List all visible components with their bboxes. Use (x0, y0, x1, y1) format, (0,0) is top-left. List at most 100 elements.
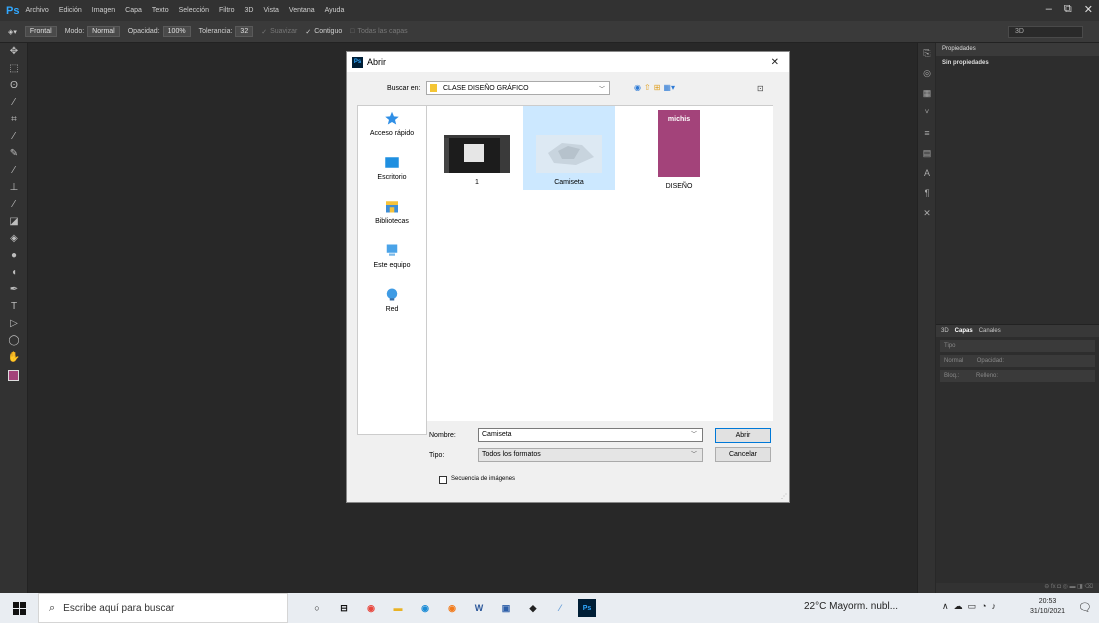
open-button[interactable]: Abrir (715, 428, 771, 443)
contiguous-checkbox[interactable]: ✓ Contiguo (305, 28, 342, 36)
opacity-input[interactable]: 100% (162, 26, 191, 37)
file-type-select[interactable]: Todos los formatos ﹀ (478, 448, 703, 462)
dodge-tool-icon[interactable]: ◖ (0, 264, 28, 281)
create-folder-icon[interactable]: ⊡ (757, 84, 764, 93)
mode-select[interactable]: Normal (87, 26, 120, 37)
libraries-panel-icon[interactable]: ▤ (918, 143, 936, 163)
menu-archivo[interactable]: Archivo (25, 7, 48, 14)
place-network[interactable]: Red (358, 287, 426, 326)
file-item-1[interactable]: 1 (431, 106, 523, 190)
swatches-icon[interactable]: ▦ (918, 83, 936, 103)
close-button[interactable]: ✕ (1084, 3, 1093, 16)
windows-start-icon[interactable] (0, 601, 38, 615)
network-tray-icon[interactable]: ◔ (981, 601, 986, 612)
smooth-checkbox[interactable]: ✓ Suavizar (261, 28, 297, 36)
menu-vista[interactable]: Vista (263, 7, 278, 14)
weather-widget[interactable]: 22°C Mayorm. nubl... (804, 601, 898, 612)
all-layers-checkbox[interactable]: □ Todas las capas (350, 28, 407, 35)
workspace-select[interactable]: 3D (1008, 26, 1083, 38)
tab-canales[interactable]: Canales (979, 325, 1001, 337)
battery-icon[interactable]: ▭ (968, 601, 977, 612)
menu-ventana[interactable]: Ventana (289, 7, 315, 14)
foreground-color-swatch[interactable] (8, 370, 19, 381)
view-menu-icon[interactable]: ▦▾ (663, 83, 675, 92)
look-in-select[interactable]: CLASE DISEÑO GRÁFICO ﹀ (426, 81, 610, 95)
menu-imagen[interactable]: Imagen (92, 7, 115, 14)
eraser-tool-icon[interactable]: ◪ (0, 213, 28, 230)
fill-source-select[interactable]: Frontal (24, 26, 57, 37)
file-name-input[interactable]: Camiseta ﹀ (478, 428, 703, 442)
ellipse-tool-icon[interactable]: ◯ (0, 332, 28, 349)
origin-icon[interactable]: ◉ (443, 599, 461, 617)
image-sequence-checkbox[interactable] (439, 476, 447, 484)
tab-3d[interactable]: 3D (941, 325, 949, 337)
chevron-down-icon[interactable]: ﹀ (691, 449, 697, 461)
path-selection-tool-icon[interactable]: ▷ (0, 315, 28, 332)
stamp-tool-icon[interactable]: ⊥ (0, 179, 28, 196)
type-tool-icon[interactable]: T (0, 298, 28, 315)
layers-filter[interactable]: Tipo (940, 340, 1095, 352)
menu-filtro[interactable]: Filtro (219, 7, 235, 14)
paint-bucket-tool-icon[interactable]: ◈ (0, 230, 28, 247)
marquee-tool-icon[interactable]: ⬚ (0, 60, 28, 77)
minimize-button[interactable]: – (1046, 3, 1052, 16)
place-libraries[interactable]: Bibliotecas (358, 199, 426, 238)
layers-blend-select[interactable]: Normal (944, 358, 963, 364)
pen-tool-icon[interactable]: ✒ (0, 281, 28, 298)
tab-capas[interactable]: Capas (955, 325, 973, 337)
healing-brush-tool-icon[interactable]: ✎ (0, 145, 28, 162)
character-icon[interactable]: A (918, 163, 936, 183)
restore-button[interactable]: ⧉ (1064, 3, 1072, 16)
taskbar-clock[interactable]: 20:53 31/10/2021 (1030, 597, 1065, 617)
paint-bucket-icon[interactable]: ◈▾ (8, 28, 17, 36)
cortana-icon[interactable]: ○ (308, 599, 326, 617)
menu-texto[interactable]: Texto (152, 7, 169, 14)
up-folder-icon[interactable]: ⇧ (644, 83, 651, 92)
history-icon[interactable]: ⎘ (918, 43, 936, 63)
remote-desktop-icon[interactable]: ▣ (497, 599, 515, 617)
adjustments-icon[interactable]: ≡ (918, 123, 936, 143)
photoshop-taskbar-icon[interactable]: Ps (578, 599, 596, 617)
properties-tab[interactable]: Propiedades (936, 43, 1099, 56)
eyedropper-tool-icon[interactable]: ⁄ (0, 128, 28, 145)
place-desktop[interactable]: Escritorio (358, 155, 426, 194)
fill-source[interactable]: Frontal (24, 26, 57, 37)
paragraph-icon[interactable]: ¶ (918, 183, 936, 203)
tray-chevron-icon[interactable]: ∧ (942, 601, 949, 612)
lasso-tool-icon[interactable]: ʘ (0, 77, 28, 94)
color-icon[interactable]: ◎ (918, 63, 936, 83)
brush-tool-icon[interactable]: ⁄ (0, 162, 28, 179)
tolerance-input[interactable]: 32 (235, 26, 254, 37)
onedrive-icon[interactable]: ☁ (954, 601, 963, 612)
chevron-down-icon[interactable]: ﹀ (691, 429, 697, 441)
menu-3d[interactable]: 3D (245, 7, 254, 14)
place-this-pc[interactable]: Este equipo (358, 243, 426, 282)
task-view-icon[interactable]: ⊟ (335, 599, 353, 617)
cancel-button[interactable]: Cancelar (715, 447, 771, 462)
notifications-icon[interactable]: 🗨 (1078, 601, 1092, 614)
menu-capa[interactable]: Capa (125, 7, 142, 14)
menu-ayuda[interactable]: Ayuda (325, 7, 345, 14)
move-tool-icon[interactable]: ✥ (0, 43, 28, 60)
edge-icon[interactable]: ◉ (416, 599, 434, 617)
place-quick-access[interactable]: Acceso rápido (358, 111, 426, 150)
history-brush-tool-icon[interactable]: ⁄ (0, 196, 28, 213)
file-item-camiseta[interactable]: Camiseta (523, 106, 615, 190)
brush-settings-icon[interactable]: ⱽ (918, 103, 936, 123)
blur-tool-icon[interactable]: ● (0, 247, 28, 264)
paint-icon[interactable]: ⁄ (551, 599, 569, 617)
inkscape-icon[interactable]: ◆ (524, 599, 542, 617)
crop-tool-icon[interactable]: ⌗ (0, 111, 28, 128)
hand-tool-icon[interactable]: ✋ (0, 349, 28, 366)
taskbar-search[interactable]: ⌕ Escribe aquí para buscar (38, 593, 288, 623)
file-explorer-icon[interactable]: ▬ (389, 599, 407, 617)
menu-seleccion[interactable]: Selección (179, 7, 209, 14)
magic-wand-tool-icon[interactable]: ⁄ (0, 94, 28, 111)
file-item-diseno[interactable]: michis DISEÑO (633, 106, 725, 190)
back-icon[interactable]: ◉ (634, 83, 641, 92)
menu-edicion[interactable]: Edición (59, 7, 82, 14)
dialog-close-icon[interactable]: ✕ (771, 57, 779, 68)
layers-footer-icons[interactable]: ⊖ fx ◘ ◎ ▬ ◨ ⌫ (936, 583, 1099, 593)
resize-grip-icon[interactable]: ⋰ (781, 493, 787, 500)
word-icon[interactable]: W (470, 599, 488, 617)
